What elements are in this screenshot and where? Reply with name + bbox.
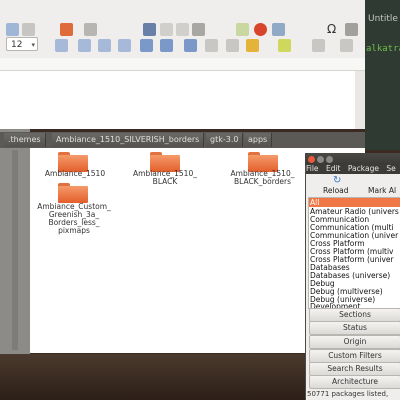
font-color-icon[interactable] — [278, 39, 291, 52]
bullets-icon[interactable] — [205, 39, 218, 52]
folder-icon[interactable] — [58, 183, 88, 203]
folder-label[interactable]: Ambiance_1510_ BLACK_borders — [220, 170, 305, 186]
subscript-icon[interactable] — [160, 39, 173, 52]
print-icon[interactable] — [84, 23, 97, 36]
align-icon[interactable] — [312, 39, 325, 52]
open-icon[interactable] — [6, 23, 19, 36]
menu-settings[interactable]: Se — [386, 164, 395, 173]
search-results-button[interactable]: Search Results — [309, 362, 400, 376]
spellcheck-icon[interactable] — [160, 23, 173, 36]
breadcrumb-item-gtk3[interactable]: gtk-3.0 — [206, 133, 244, 147]
window-title-fragment: Untitle — [368, 14, 398, 24]
bold-icon[interactable] — [55, 39, 68, 52]
superscript-icon[interactable] — [140, 39, 153, 52]
vertical-scrollbar[interactable] — [355, 71, 365, 129]
architecture-button[interactable]: Architecture — [309, 375, 400, 389]
toolbar-row-formatting — [0, 36, 365, 56]
terminal-text-fragment: alkatra — [366, 44, 400, 54]
custom-filters-button[interactable]: Custom Filters — [309, 349, 400, 363]
insert-image-icon[interactable] — [236, 23, 249, 36]
origin-button[interactable]: Origin — [309, 335, 400, 349]
line-spacing-icon[interactable] — [340, 39, 353, 52]
menu-edit[interactable]: Edit — [326, 164, 341, 173]
strikethrough-icon[interactable] — [118, 39, 131, 52]
numbering-icon[interactable] — [226, 39, 239, 52]
menu-file[interactable]: File — [306, 164, 319, 173]
insert-chart-icon[interactable] — [254, 23, 267, 36]
reload-button[interactable]: Reload — [323, 186, 349, 195]
mark-all-upgrades-button[interactable]: Mark Al — [368, 186, 396, 195]
hyperlink-icon[interactable] — [345, 23, 358, 36]
formatting-marks-icon[interactable] — [192, 23, 205, 36]
folder-label[interactable]: Ambiance_1510 — [35, 170, 115, 178]
document-page[interactable] — [0, 71, 365, 129]
menu-package[interactable]: Package — [348, 164, 379, 173]
sections-button[interactable]: Sections — [309, 308, 400, 322]
breadcrumb-item-ambiance[interactable]: Ambiance_1510_SILVERISH_borders — [52, 133, 205, 147]
folder-label[interactable]: Ambiance_1510_ BLACK — [125, 170, 205, 186]
breadcrumb-item-apps[interactable]: apps — [244, 133, 273, 147]
italic-icon[interactable] — [78, 39, 91, 52]
ruler — [0, 58, 365, 71]
sidebar-scrollbar[interactable] — [12, 150, 18, 350]
status-bar: 50771 packages listed, — [307, 390, 389, 398]
menubar: File Edit Package Se — [306, 164, 400, 174]
reload-icon[interactable]: ↻ — [333, 175, 341, 186]
find-icon[interactable] — [143, 23, 156, 36]
special-character-icon[interactable]: Ω — [327, 23, 340, 36]
maximize-icon[interactable] — [326, 156, 333, 163]
list-item[interactable]: All — [309, 198, 400, 207]
folder-label[interactable]: Ambiance_Custom_ Greenish_3a_ Borders_le… — [33, 203, 115, 235]
close-icon[interactable] — [308, 156, 315, 163]
shadow-icon[interactable] — [184, 39, 197, 52]
autocheck-icon[interactable] — [176, 23, 189, 36]
highlight-icon[interactable] — [246, 39, 259, 52]
writer-toolbar: Ω 12 ▾ — [0, 0, 365, 59]
export-pdf-icon[interactable] — [60, 23, 73, 36]
save-icon[interactable] — [22, 23, 35, 36]
desktop-wallpaper — [0, 354, 305, 400]
insert-textbox-icon[interactable] — [272, 23, 285, 36]
underline-icon[interactable] — [98, 39, 111, 52]
breadcrumb-item-themes[interactable]: .themes — [4, 133, 46, 147]
status-button[interactable]: Status — [309, 321, 400, 335]
minimize-icon[interactable] — [317, 156, 324, 163]
